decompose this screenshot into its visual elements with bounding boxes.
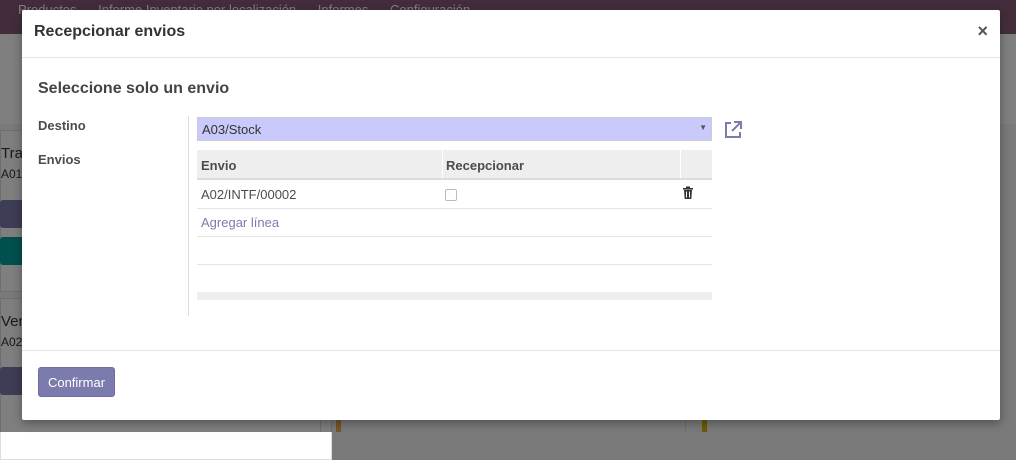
confirm-button[interactable]: Confirmar [38,367,115,397]
destino-field[interactable]: A03/Stock ▼ [197,117,712,141]
external-link-icon[interactable] [722,119,744,141]
envios-label: Envios [38,152,81,167]
trash-icon[interactable] [681,186,695,200]
envios-table: Envio Recepcionar A02/INTF/00002 Agregar… [197,150,712,300]
dialog-header: Recepcionar envios × [22,10,1000,58]
receive-shipments-dialog: Recepcionar envios × Seleccione solo un … [22,10,1000,420]
column-separator [442,150,443,178]
column-header-envio[interactable]: Envio [201,158,236,173]
dialog-footer: Confirmar [22,350,1000,421]
form-divider [188,116,189,316]
table-header: Envio Recepcionar [197,150,712,180]
add-line-row: Agregar línea [197,209,712,237]
close-icon[interactable]: × [977,22,988,40]
table-row[interactable]: A02/INTF/00002 [197,180,712,209]
empty-row [197,237,712,265]
recepcionar-checkbox[interactable] [445,189,457,201]
caret-down-icon[interactable]: ▼ [699,123,707,132]
column-separator [680,150,681,178]
dialog-title: Recepcionar envios [34,23,186,40]
destino-label: Destino [38,118,86,133]
envio-cell: A02/INTF/00002 [201,187,297,202]
column-header-recepcionar[interactable]: Recepcionar [446,158,524,173]
table-footer [197,292,712,300]
destino-value: A03/Stock [202,122,262,137]
add-line-link[interactable]: Agregar línea [201,215,279,230]
section-title: Seleccione solo un envio [38,80,230,97]
